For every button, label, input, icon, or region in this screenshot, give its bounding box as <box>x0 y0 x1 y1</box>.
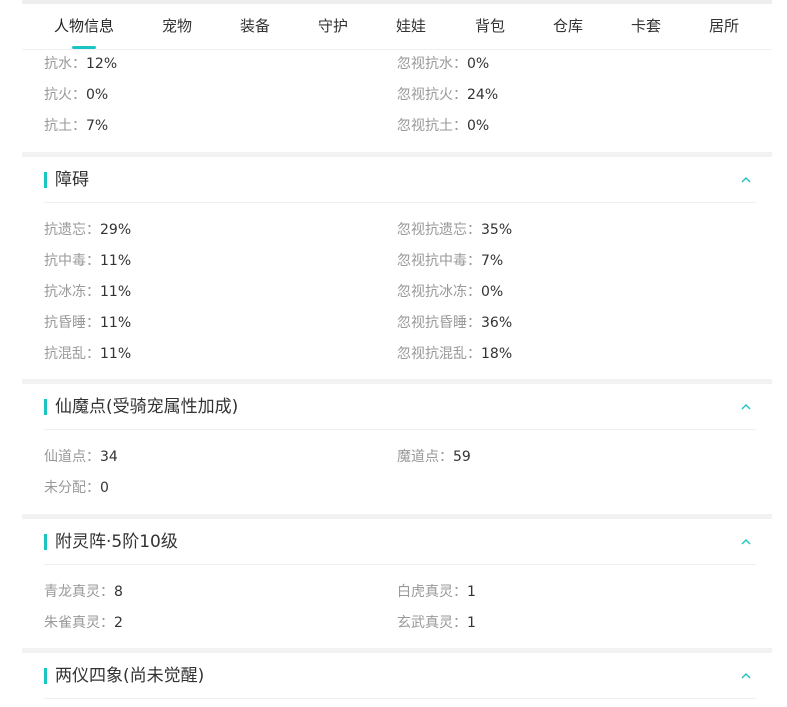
section-header-spirit-array[interactable]: 附灵阵·5阶10级 <box>22 519 772 565</box>
section-divider <box>44 698 756 699</box>
section-accent-bar <box>44 172 47 188</box>
tab-pet[interactable]: 宠物 <box>162 4 192 49</box>
stat-resist-sleep: 抗昏睡：11% <box>44 315 132 331</box>
tab-guardian[interactable]: 守护 <box>318 4 348 49</box>
stat-resist-fire: 抗火：0% <box>44 87 109 103</box>
stat-demon-points: 魔道点：59 <box>397 449 471 465</box>
section-accent-bar <box>44 534 47 550</box>
tab-bar: 人物信息 宠物 装备 守护 娃娃 背包 仓库 卡套 居所 <box>22 4 772 50</box>
stat-resist-forget: 抗遗忘：29% <box>44 222 132 238</box>
section-title: 障碍 <box>55 170 89 190</box>
section-accent-bar <box>44 668 47 684</box>
stat-ignore-resist-water: 忽视抗水：0% <box>397 56 490 72</box>
chevron-up-icon[interactable] <box>736 170 756 190</box>
stat-resist-water: 抗水：12% <box>44 56 118 72</box>
tab-doll[interactable]: 娃娃 <box>396 4 426 49</box>
section-header-immortal-demon-points[interactable]: 仙魔点(受骑宠属性加成) <box>22 384 772 430</box>
stat-ignore-resist-earth: 忽视抗土：0% <box>397 118 490 134</box>
stat-ignore-resist-fire: 忽视抗火：24% <box>397 87 499 103</box>
section-divider <box>44 429 756 430</box>
section-header-obstacles[interactable]: 障碍 <box>22 157 772 203</box>
section-title: 两仪四象(尚未觉醒) <box>55 666 205 686</box>
active-tab-indicator <box>71 46 96 49</box>
stat-resist-confusion: 抗混乱：11% <box>44 346 132 362</box>
tab-card-holder[interactable]: 卡套 <box>631 4 661 49</box>
tab-equipment[interactable]: 装备 <box>240 4 270 49</box>
chevron-up-icon[interactable] <box>736 397 756 417</box>
stat-resist-earth: 抗土：7% <box>44 118 109 134</box>
stat-ignore-resist-confusion: 忽视抗混乱：18% <box>397 346 513 362</box>
section-title: 仙魔点(受骑宠属性加成) <box>55 397 239 417</box>
stat-immortal-points: 仙道点：34 <box>44 449 118 465</box>
section-title: 附灵阵·5阶10级 <box>55 532 178 552</box>
stat-ignore-resist-forget: 忽视抗遗忘：35% <box>397 222 513 238</box>
section-divider <box>44 202 756 203</box>
stat-vermilion-bird-spirit: 朱雀真灵：2 <box>44 615 123 631</box>
stat-ignore-resist-freeze: 忽视抗冰冻：0% <box>397 284 504 300</box>
chevron-up-icon[interactable] <box>736 666 756 686</box>
tab-warehouse[interactable]: 仓库 <box>553 4 583 49</box>
stat-resist-freeze: 抗冰冻：11% <box>44 284 132 300</box>
stat-ignore-resist-sleep: 忽视抗昏睡：36% <box>397 315 513 331</box>
stat-white-tiger-spirit: 白虎真灵：1 <box>397 584 476 600</box>
stat-ignore-resist-poison: 忽视抗中毒：7% <box>397 253 504 269</box>
tab-character-info[interactable]: 人物信息 <box>54 4 114 49</box>
stat-unallocated: 未分配：0 <box>44 480 109 496</box>
chevron-up-icon[interactable] <box>736 532 756 552</box>
tab-backpack[interactable]: 背包 <box>475 4 505 49</box>
stat-azure-dragon-spirit: 青龙真灵：8 <box>44 584 123 600</box>
stat-resist-poison: 抗中毒：11% <box>44 253 132 269</box>
section-divider <box>44 564 756 565</box>
tab-residence[interactable]: 居所 <box>709 4 739 49</box>
stat-black-tortoise-spirit: 玄武真灵：1 <box>397 615 476 631</box>
section-header-two-forms-four-images[interactable]: 两仪四象(尚未觉醒) <box>22 653 772 699</box>
section-accent-bar <box>44 399 47 415</box>
